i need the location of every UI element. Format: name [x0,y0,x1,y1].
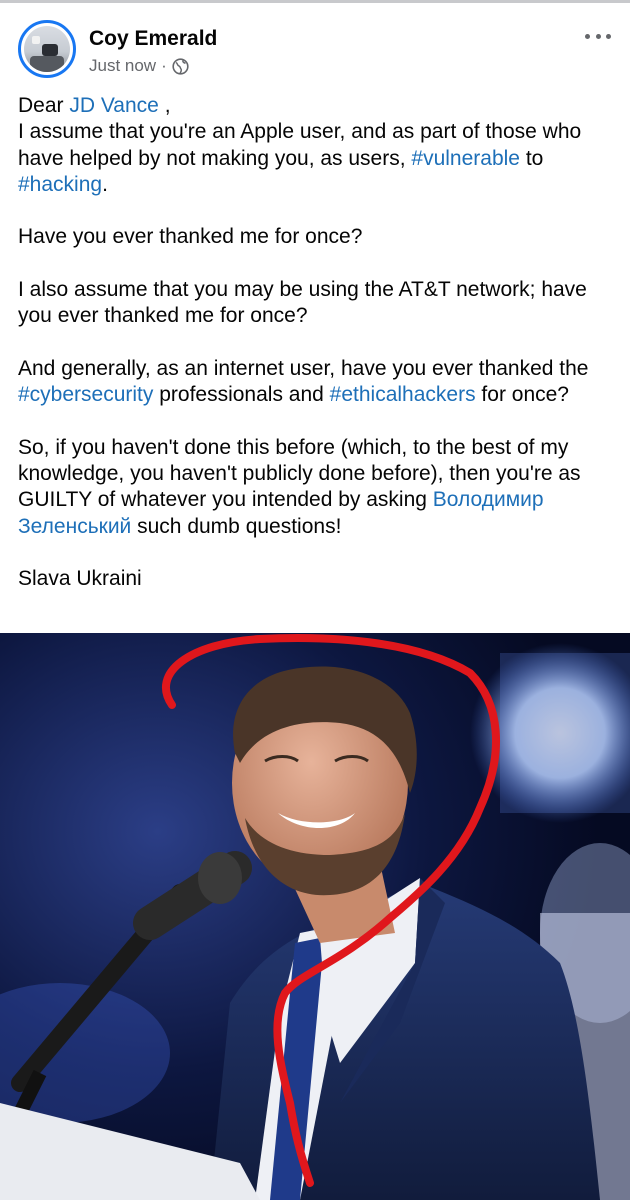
timestamp[interactable]: Just now [89,56,156,76]
paragraph-1: I assume that you're an Apple user, and … [18,120,582,196]
paragraph-4: And generally, as an internet user, have… [18,356,589,407]
post-photo[interactable] [0,633,630,1200]
hashtag-hacking[interactable]: #hacking [18,173,102,196]
post-body: Dear JD Vance , I assume that you're an … [18,93,618,593]
author-name[interactable]: Coy Emerald [89,27,217,51]
meta-separator: · [161,56,167,75]
avatar[interactable] [18,20,76,78]
hashtag-vulnerable[interactable]: #vulnerable [411,147,520,170]
post-header: Coy Emerald Just now · [0,3,630,85]
paragraph-3: I also assume that you may be using the … [18,278,587,328]
avatar-image [24,26,70,72]
ukraine-flag-icon [151,571,175,587]
globe-icon[interactable] [172,57,189,75]
salutation: Dear JD Vance , [18,94,171,117]
paragraph-2: Have you ever thanked me for once? [18,225,363,249]
hashtag-ethicalhackers[interactable]: #ethicalhackers [330,383,476,406]
paragraph-5: So, if you haven't done this before (whi… [18,435,581,538]
hashtag-cybersecurity[interactable]: #cybersecurity [18,383,153,406]
mention-jd-vance[interactable]: JD Vance [69,94,159,117]
paragraph-6: Slava Ukraini [18,566,618,592]
more-options-button[interactable] [582,25,614,47]
post-meta: Just now · [89,56,189,76]
more-options-icon [585,33,590,39]
